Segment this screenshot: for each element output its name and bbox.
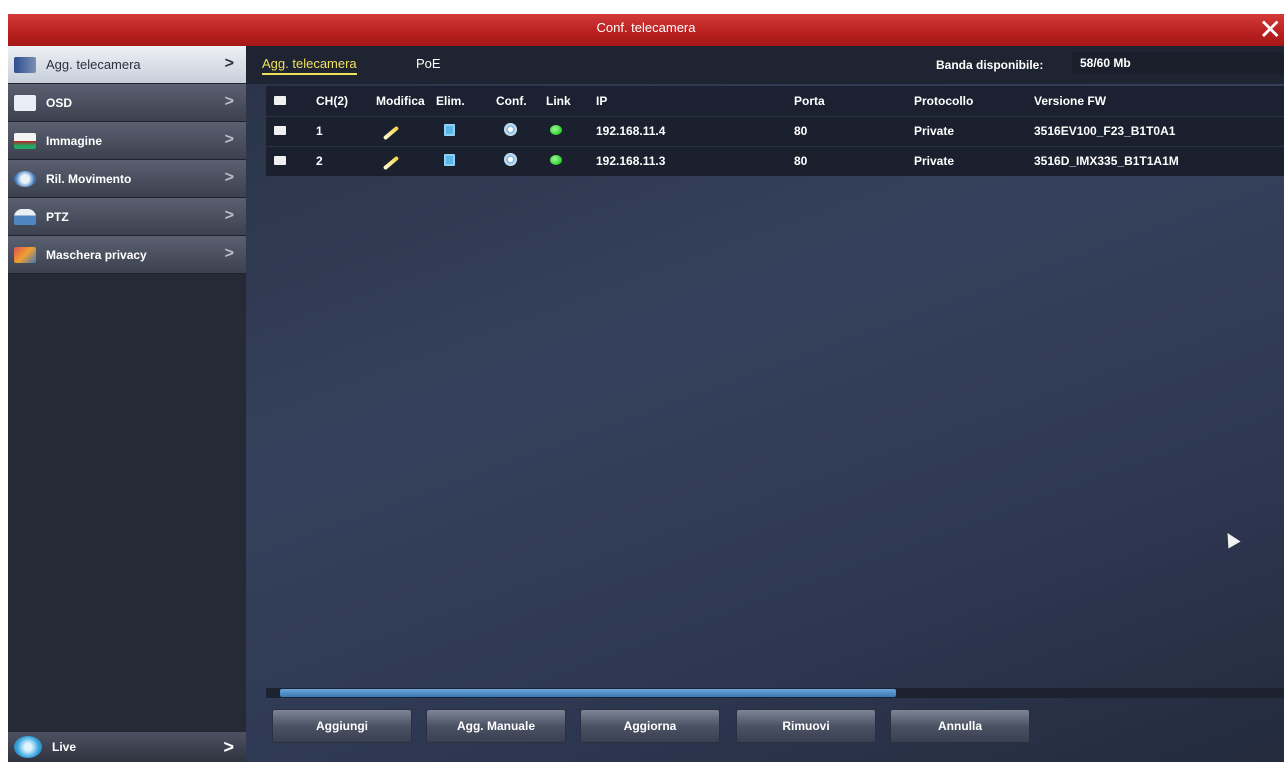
live-label: Live xyxy=(52,740,77,754)
window-title: Conf. telecamera xyxy=(596,20,696,35)
cell-port: 80 xyxy=(794,145,914,176)
sidebar-item-label: Agg. telecamera xyxy=(46,57,141,72)
table-header-row: CH(2) Modifica Elim. Conf. Link IP Porta… xyxy=(266,86,1284,116)
camera-add-icon xyxy=(14,56,36,73)
edit-pencil-icon[interactable] xyxy=(376,115,436,146)
link-status-icon xyxy=(546,145,596,176)
col-header-ip: IP xyxy=(596,86,794,116)
camera-config-window: Conf. telecamera ✕ Agg. telecamera > OSD… xyxy=(8,14,1284,762)
row-checkbox[interactable] xyxy=(266,115,316,146)
tab-poe[interactable]: PoE xyxy=(416,56,441,71)
cancel-button[interactable]: Annulla xyxy=(890,709,1030,743)
privacy-mask-icon xyxy=(14,246,36,263)
tab-bar: Agg. telecamera PoE Banda disponibile: 5… xyxy=(246,46,1284,84)
chevron-right-icon: > xyxy=(223,737,234,757)
tab-add-camera[interactable]: Agg. telecamera xyxy=(262,56,357,75)
delete-bin-icon[interactable] xyxy=(436,145,496,176)
cell-ch: 1 xyxy=(316,115,376,146)
delete-bin-icon[interactable] xyxy=(436,115,496,146)
row-checkbox[interactable] xyxy=(266,145,316,176)
config-gear-icon[interactable] xyxy=(496,115,546,146)
cell-ip: 192.168.11.4 xyxy=(596,115,794,146)
add-manual-button[interactable]: Agg. Manuale xyxy=(426,709,566,743)
chevron-right-icon: > xyxy=(224,131,234,148)
col-header-link: Link xyxy=(546,86,596,116)
col-header-port: Porta xyxy=(794,86,914,116)
sidebar-item-label: Immagine xyxy=(46,133,103,148)
edit-pencil-icon[interactable] xyxy=(376,145,436,176)
sidebar-item-motion-detection[interactable]: Ril. Movimento > xyxy=(8,160,246,198)
sidebar-item-privacy-mask[interactable]: Maschera privacy > xyxy=(8,236,246,274)
ptz-icon xyxy=(14,208,36,225)
table-row[interactable]: 2 192.168.11.3 80 Private 3516D_IMX335_B… xyxy=(266,145,1284,176)
bandwidth-value: 58/60 Mb xyxy=(1072,52,1284,74)
sidebar: Agg. telecamera > OSD > Immagine > Ril. … xyxy=(8,46,246,762)
col-header-fw-version: Versione FW xyxy=(1034,86,1284,116)
chevron-right-icon: > xyxy=(224,245,234,262)
sidebar-item-label: Maschera privacy xyxy=(46,247,147,262)
motion-icon xyxy=(14,170,36,187)
chevron-right-icon: > xyxy=(224,169,234,186)
osd-icon xyxy=(14,94,36,111)
cell-protocol: Private xyxy=(914,115,1034,146)
chevron-right-icon: > xyxy=(224,93,234,110)
chevron-right-icon: > xyxy=(224,55,234,72)
cell-port: 80 xyxy=(794,115,914,146)
live-icon xyxy=(14,736,42,758)
col-header-edit: Modifica xyxy=(376,86,436,116)
col-header-config: Conf. xyxy=(496,86,546,116)
close-icon[interactable]: ✕ xyxy=(1259,14,1282,46)
horizontal-scrollbar[interactable] xyxy=(266,688,1284,698)
sidebar-item-label: OSD xyxy=(46,95,73,110)
select-all-checkbox[interactable] xyxy=(266,86,316,116)
live-button[interactable]: Live > xyxy=(8,732,246,762)
sidebar-item-label: Ril. Movimento xyxy=(46,171,132,186)
remove-button[interactable]: Rimuovi xyxy=(736,709,876,743)
sidebar-item-osd[interactable]: OSD > xyxy=(8,84,246,122)
main-panel: Agg. telecamera PoE Banda disponibile: 5… xyxy=(246,46,1284,762)
sidebar-item-add-camera[interactable]: Agg. telecamera > xyxy=(8,46,246,84)
cell-ch: 2 xyxy=(316,145,376,176)
config-gear-icon[interactable] xyxy=(496,145,546,176)
col-header-protocol: Protocollo xyxy=(914,86,1034,116)
sidebar-item-ptz[interactable]: PTZ > xyxy=(8,198,246,236)
chevron-right-icon: > xyxy=(224,207,234,224)
sidebar-item-image[interactable]: Immagine > xyxy=(8,122,246,160)
title-bar: Conf. telecamera ✕ xyxy=(8,14,1284,46)
mouse-cursor-icon xyxy=(1221,529,1241,549)
col-header-ch: CH(2) xyxy=(316,86,376,116)
add-button[interactable]: Aggiungi xyxy=(272,709,412,743)
link-status-icon xyxy=(546,115,596,146)
cell-protocol: Private xyxy=(914,145,1034,176)
table-row[interactable]: 1 192.168.11.4 80 Private 3516EV100_F23_… xyxy=(266,115,1284,146)
sidebar-item-label: PTZ xyxy=(46,209,69,224)
cell-fw-version: 3516D_IMX335_B1T1A1M xyxy=(1034,145,1284,176)
cell-fw-version: 3516EV100_F23_B1T0A1 xyxy=(1034,115,1284,146)
bandwidth-label: Banda disponibile: xyxy=(936,58,1044,72)
image-icon xyxy=(14,132,36,149)
refresh-button[interactable]: Aggiorna xyxy=(580,709,720,743)
scrollbar-thumb[interactable] xyxy=(280,689,896,697)
camera-table: CH(2) Modifica Elim. Conf. Link IP Porta… xyxy=(266,86,1284,176)
col-header-delete: Elim. xyxy=(436,86,496,116)
cell-ip: 192.168.11.3 xyxy=(596,145,794,176)
